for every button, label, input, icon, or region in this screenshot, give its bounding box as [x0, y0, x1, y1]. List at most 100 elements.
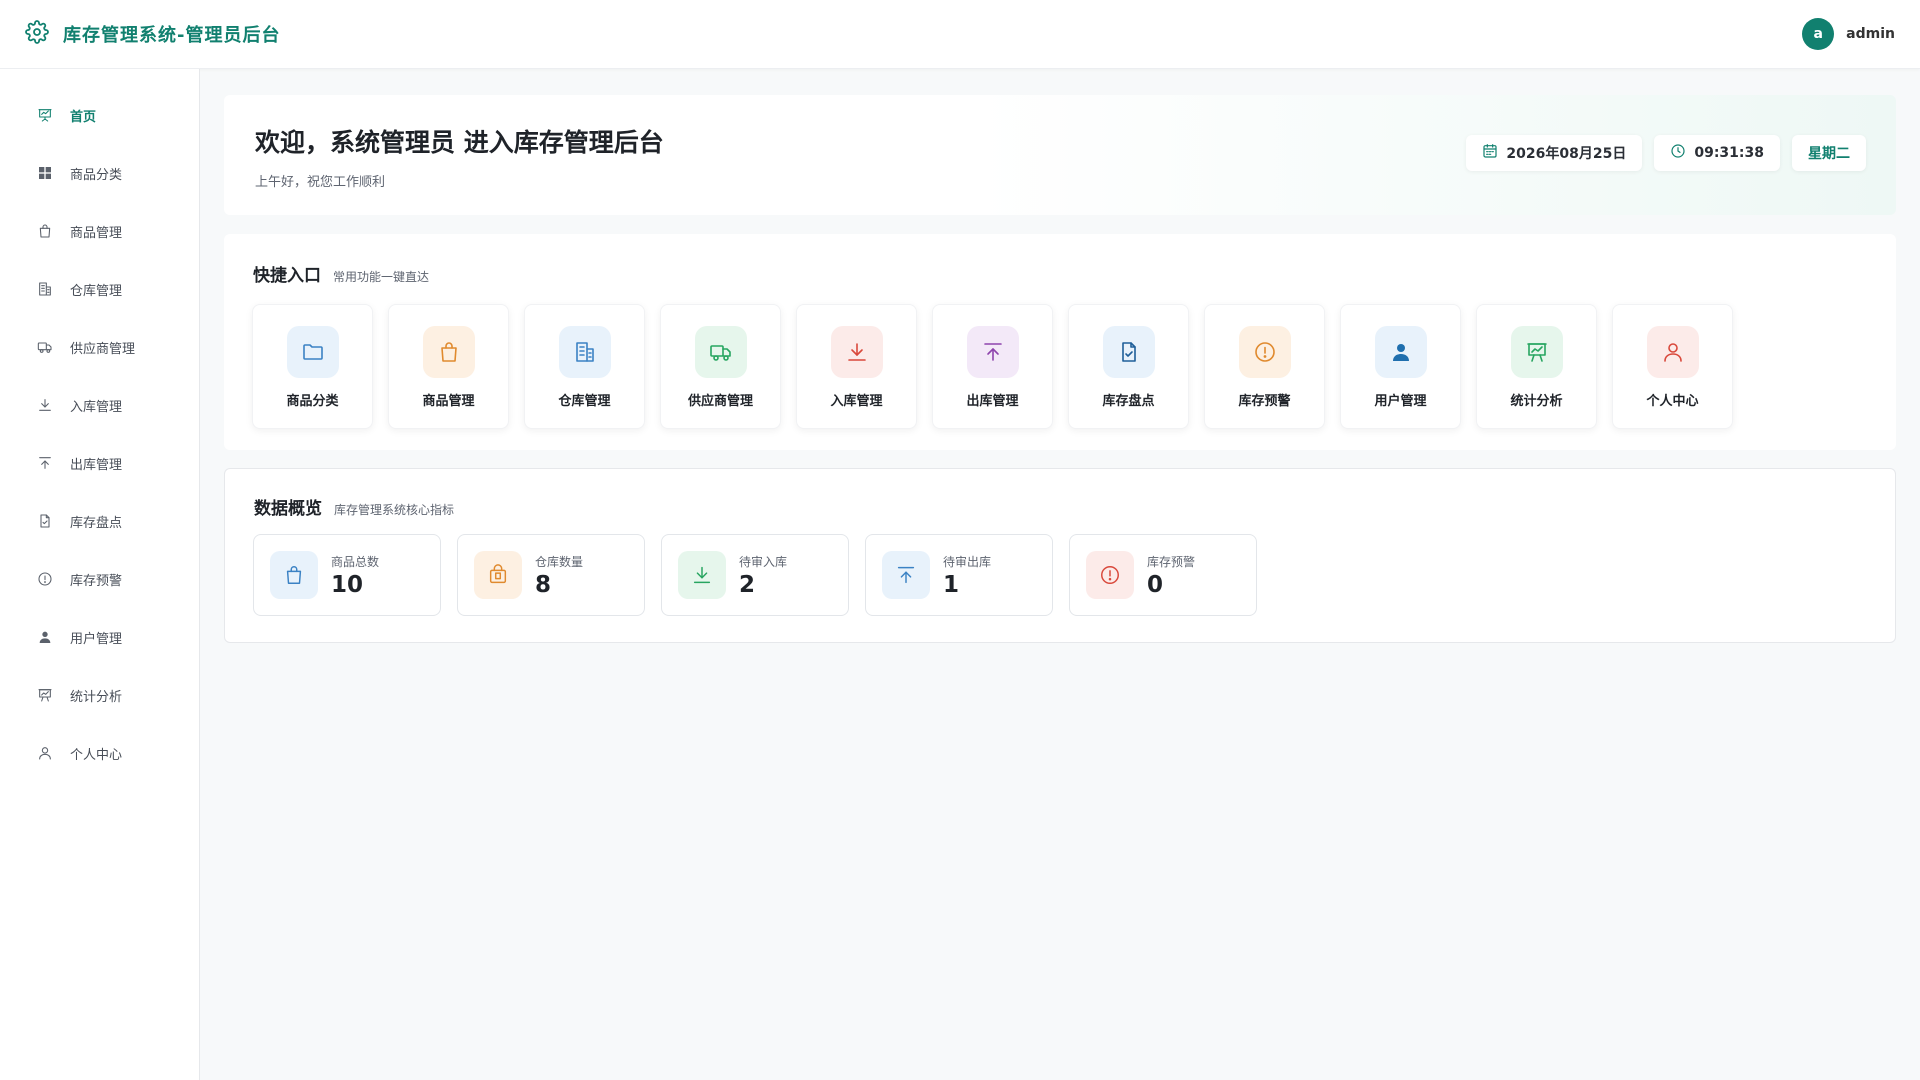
shopping-bag-icon	[270, 551, 318, 599]
gear-icon	[25, 20, 49, 48]
presentation-icon	[36, 686, 54, 704]
sidebar-item-6[interactable]: 出库管理	[0, 434, 199, 492]
user-filled-icon	[1374, 326, 1427, 378]
sidebar-item-8[interactable]: 库存预警	[0, 550, 199, 608]
brand[interactable]: 库存管理系统-管理员后台	[25, 20, 280, 48]
calendar-icon	[1482, 143, 1498, 163]
quick-access-title: 快捷入口	[253, 266, 321, 286]
quick-card-label: 商品分类	[286, 394, 339, 409]
date-badge: 2026年08月25日	[1466, 135, 1643, 171]
shopping-bag-icon	[422, 326, 475, 378]
app-title: 库存管理系统-管理员后台	[63, 25, 281, 46]
quick-card-10[interactable]: 个人中心	[1612, 304, 1733, 429]
avatar[interactable]: a	[1802, 18, 1835, 50]
stat-text: 商品总数 10	[331, 553, 379, 598]
user-filled-icon	[36, 628, 54, 646]
shopping-bag-icon	[36, 222, 54, 240]
stat-card-1: 仓库数量 8	[457, 534, 645, 616]
quick-card-label: 出库管理	[966, 394, 1019, 409]
quick-card-4[interactable]: 入库管理	[796, 304, 917, 429]
sidebar-item-4[interactable]: 供应商管理	[0, 318, 199, 376]
quick-card-1[interactable]: 商品管理	[388, 304, 509, 429]
quick-access-panel: 快捷入口 常用功能一键直达 商品分类 商品管理 仓库管理 供应商管理 入库管理 出库管理 库…	[224, 234, 1896, 450]
quick-card-3[interactable]: 供应商管理	[660, 304, 781, 429]
alert-circle-icon	[1086, 551, 1134, 599]
stat-label: 待审入库	[739, 554, 788, 569]
stat-value: 8	[535, 571, 552, 598]
stat-label: 仓库数量	[535, 554, 584, 569]
stat-grid: 商品总数 10 仓库数量 8 待审入库 2 待审出库 1 库存预警 0	[253, 534, 1257, 616]
sidebar-item-label: 首页	[70, 109, 97, 125]
date-text: 2026年08月25日	[1506, 146, 1627, 162]
sidebar-item-label: 统计分析	[70, 689, 123, 705]
stat-value: 10	[331, 571, 364, 598]
sidebar-item-label: 商品管理	[70, 225, 123, 241]
data-overview-desc: 库存管理系统核心指标	[334, 503, 455, 517]
stat-card-4: 库存预警 0	[1069, 534, 1257, 616]
sidebar-item-label: 仓库管理	[70, 283, 123, 299]
stat-value: 1	[943, 571, 960, 598]
sidebar-item-9[interactable]: 用户管理	[0, 608, 199, 666]
quick-card-label: 库存预警	[1238, 394, 1291, 409]
user-icon	[36, 744, 54, 762]
quick-card-8[interactable]: 用户管理	[1340, 304, 1461, 429]
welcome-subtitle: 上午好，祝您工作顺利	[255, 175, 386, 190]
quick-card-label: 统计分析	[1510, 394, 1563, 409]
time-text: 09:31:38	[1694, 145, 1764, 161]
dashboard-icon	[36, 106, 54, 124]
sidebar-item-label: 供应商管理	[70, 341, 136, 357]
truck-icon	[36, 338, 54, 356]
username[interactable]: admin	[1846, 26, 1895, 42]
stat-label: 商品总数	[331, 554, 380, 569]
alert-circle-icon	[1238, 326, 1291, 378]
sidebar-item-label: 入库管理	[70, 399, 123, 415]
sidebar-item-2[interactable]: 商品管理	[0, 202, 199, 260]
upload-icon	[36, 454, 54, 472]
quick-card-2[interactable]: 仓库管理	[524, 304, 645, 429]
weekday-text: 星期二	[1808, 146, 1850, 162]
user-menu[interactable]: a admin	[1802, 18, 1895, 50]
sidebar-item-10[interactable]: 统计分析	[0, 666, 199, 724]
stat-text: 仓库数量 8	[535, 553, 583, 598]
sidebar-item-11[interactable]: 个人中心	[0, 724, 199, 782]
data-overview-header: 数据概览 库存管理系统核心指标	[254, 494, 454, 519]
sidebar-item-0[interactable]: 首页	[0, 86, 199, 144]
upload-icon	[966, 326, 1019, 378]
sidebar-item-label: 出库管理	[70, 457, 123, 473]
quick-card-label: 供应商管理	[687, 394, 753, 409]
sidebar-item-label: 用户管理	[70, 631, 123, 647]
data-overview-title: 数据概览	[254, 499, 322, 519]
stat-card-2: 待审入库 2	[661, 534, 849, 616]
quick-access-desc: 常用功能一键直达	[333, 270, 430, 284]
quick-card-label: 用户管理	[1374, 394, 1427, 409]
sidebar-item-1[interactable]: 商品分类	[0, 144, 199, 202]
stat-text: 库存预警 0	[1147, 553, 1195, 598]
quick-card-5[interactable]: 出库管理	[932, 304, 1053, 429]
quick-card-9[interactable]: 统计分析	[1476, 304, 1597, 429]
building-icon	[558, 326, 611, 378]
quick-card-6[interactable]: 库存盘点	[1068, 304, 1189, 429]
sidebar-item-7[interactable]: 库存盘点	[0, 492, 199, 550]
quick-card-7[interactable]: 库存预警	[1204, 304, 1325, 429]
building-icon	[36, 280, 54, 298]
stat-value: 2	[739, 571, 756, 598]
welcome-banner: 欢迎，系统管理员 进入库存管理后台 上午好，祝您工作顺利 2026年08月25日…	[224, 95, 1896, 215]
user-icon	[1646, 326, 1699, 378]
clock-icon	[1670, 143, 1686, 163]
stat-card-3: 待审出库 1	[865, 534, 1053, 616]
quick-card-label: 仓库管理	[558, 394, 611, 409]
quick-card-label: 库存盘点	[1102, 394, 1155, 409]
stat-text: 待审入库 2	[739, 553, 787, 598]
sidebar-item-5[interactable]: 入库管理	[0, 376, 199, 434]
sidebar-item-label: 库存盘点	[70, 515, 123, 531]
top-header: 库存管理系统-管理员后台 a admin	[0, 0, 1920, 69]
package-icon	[474, 551, 522, 599]
folder-icon	[286, 326, 339, 378]
quick-card-0[interactable]: 商品分类	[252, 304, 373, 429]
alert-circle-icon	[36, 570, 54, 588]
stat-value: 0	[1147, 571, 1164, 598]
time-badge: 09:31:38	[1654, 135, 1780, 171]
file-check-icon	[1102, 326, 1155, 378]
sidebar-item-3[interactable]: 仓库管理	[0, 260, 199, 318]
stat-text: 待审出库 1	[943, 553, 991, 598]
